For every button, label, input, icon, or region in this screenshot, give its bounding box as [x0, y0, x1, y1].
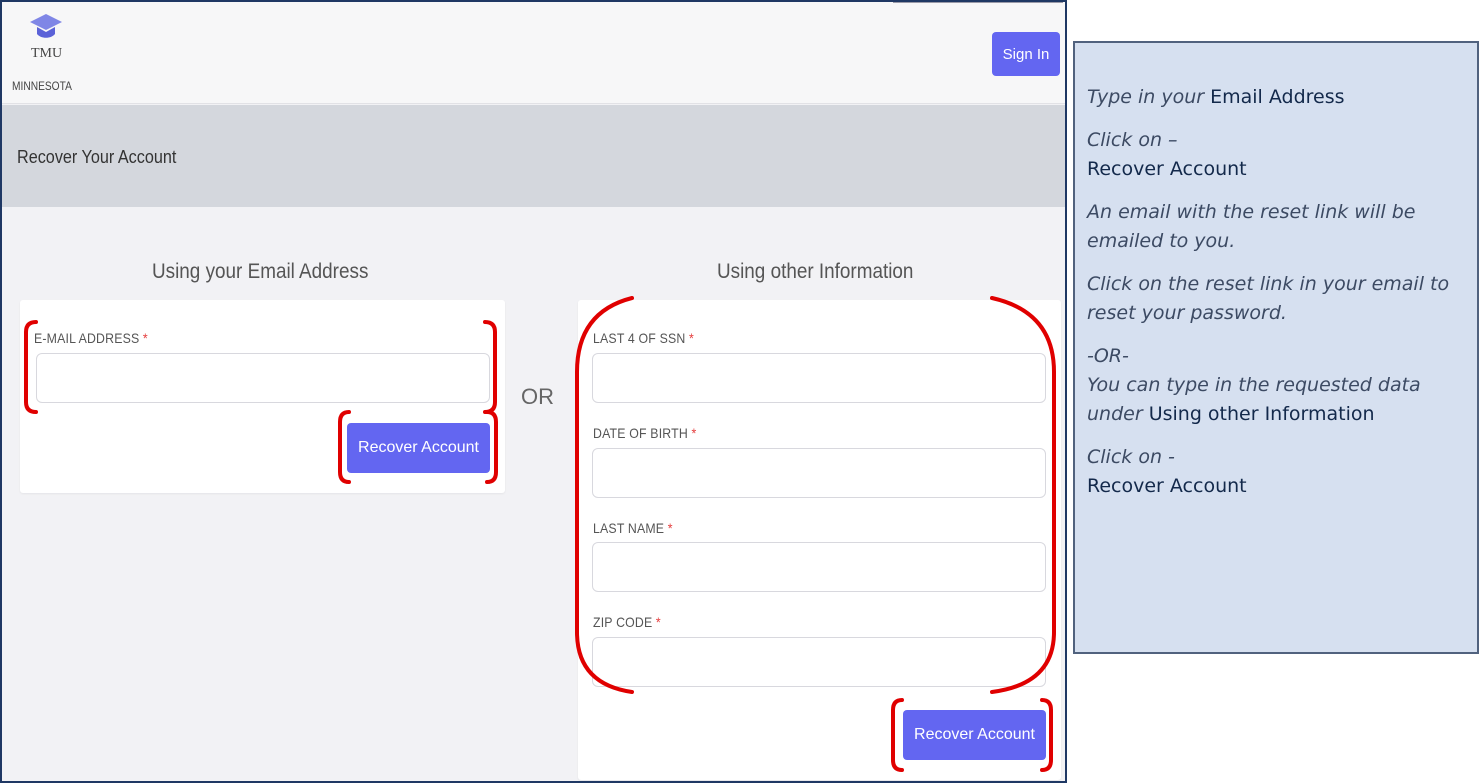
callout-step-email-sent: An email with the reset link will be ema…	[1087, 198, 1465, 256]
zip-code-input[interactable]	[592, 637, 1046, 687]
callout-step-email: Type in your Email Address	[1087, 83, 1465, 112]
dob-field-label: DATE OF BIRTH *	[593, 425, 696, 441]
dob-label-text: DATE OF BIRTH	[593, 425, 688, 441]
callout-text: Click on -	[1087, 446, 1175, 468]
required-marker: *	[655, 614, 661, 630]
graduation-cap-icon	[30, 14, 62, 38]
callout-step-click-again: Click on - Recover Account	[1087, 443, 1465, 501]
required-marker: *	[691, 425, 697, 441]
callout-or-text: -OR-	[1087, 345, 1129, 367]
recover-account-email-button[interactable]: Recover Account	[347, 423, 490, 473]
callout-keyword: Email Address	[1210, 86, 1345, 108]
top-navbar: TMU MINNESOTA Sign In	[2, 2, 1065, 104]
navbar-divider	[893, 2, 1063, 3]
page-title: Recover Your Account	[17, 147, 177, 167]
required-marker: *	[142, 330, 148, 346]
callout-step-alternative: -OR- You can type in the requested data …	[1087, 342, 1465, 429]
email-input[interactable]	[36, 353, 490, 403]
required-marker: *	[688, 330, 694, 346]
last-name-input[interactable]	[592, 542, 1046, 592]
zip-code-label-text: ZIP CODE	[593, 614, 653, 630]
email-field-label: E-MAIL ADDRESS *	[34, 330, 148, 346]
instruction-callout: Type in your Email Address Click on – Re…	[1073, 41, 1479, 654]
logo-text: TMU	[31, 46, 63, 61]
recover-account-other-button[interactable]: Recover Account	[903, 710, 1046, 760]
zip-code-field-label: ZIP CODE *	[593, 614, 661, 630]
last-name-field-label: LAST NAME *	[593, 520, 673, 536]
other-info-card: LAST 4 OF SSN * DATE OF BIRTH * LAST NAME *…	[578, 300, 1061, 780]
callout-text: Click on the reset link in your email to…	[1087, 273, 1450, 324]
date-of-birth-input[interactable]	[592, 448, 1046, 498]
callout-text: Type in your	[1087, 86, 1211, 108]
callout-keyword: Using other Information	[1148, 403, 1375, 425]
email-section-heading: Using your Email Address	[152, 260, 369, 283]
callout-keyword: Recover Account	[1087, 475, 1247, 497]
email-card: E-MAIL ADDRESS * Recover Account	[20, 300, 505, 493]
callout-text: Click on –	[1087, 129, 1178, 151]
ssn-label-text: LAST 4 OF SSN	[593, 330, 686, 346]
email-label-text: E-MAIL ADDRESS	[34, 330, 140, 346]
other-info-section-heading: Using other Information	[717, 260, 914, 283]
sign-in-button[interactable]: Sign In	[992, 32, 1060, 76]
callout-keyword: Recover Account	[1087, 158, 1247, 180]
callout-text: An email with the reset link will be ema…	[1087, 201, 1416, 252]
or-divider-label: OR	[521, 384, 554, 409]
ssn-field-label: LAST 4 OF SSN *	[593, 330, 694, 346]
ssn-last4-input[interactable]	[592, 353, 1046, 403]
required-marker: *	[667, 520, 673, 536]
callout-step-reset: Click on the reset link in your email to…	[1087, 270, 1465, 328]
screenshot-frame: TMU MINNESOTA Sign In Recover Your Accou…	[0, 0, 1067, 783]
logo-subtext: MINNESOTA	[12, 79, 72, 93]
callout-step-click: Click on – Recover Account	[1087, 126, 1465, 184]
last-name-label-text: LAST NAME	[593, 520, 665, 536]
page-banner: Recover Your Account	[2, 105, 1065, 207]
